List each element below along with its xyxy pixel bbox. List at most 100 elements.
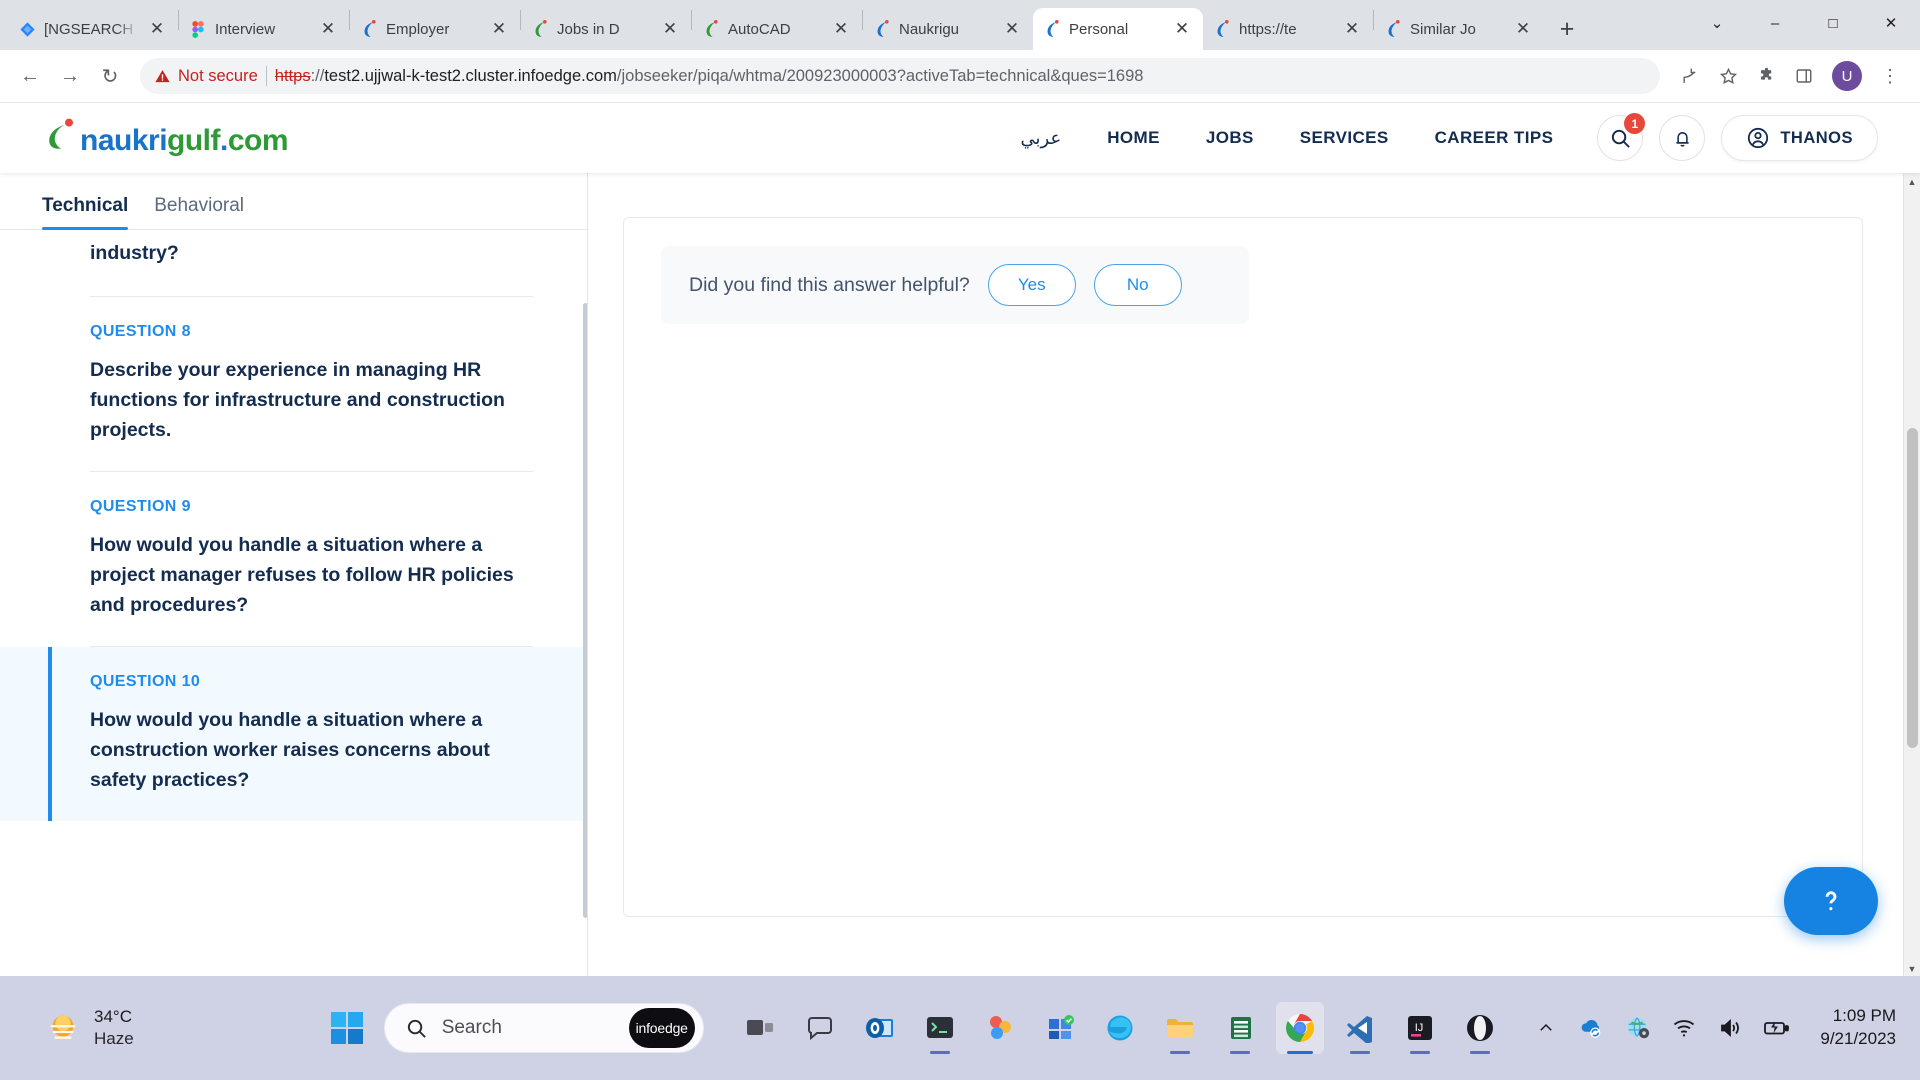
extensions-puzzle-icon[interactable]: [1748, 58, 1784, 94]
close-icon[interactable]: ✕: [1171, 18, 1193, 40]
back-icon[interactable]: ←: [12, 58, 48, 94]
taskbar-app-terminal[interactable]: [916, 1002, 964, 1054]
nav-item-career-tips[interactable]: CAREER TIPS: [1435, 128, 1554, 148]
nav-item-services[interactable]: SERVICES: [1300, 128, 1389, 148]
excel-icon: [1220, 1008, 1260, 1048]
logo-text-com: com: [227, 124, 289, 157]
chat-support-button[interactable]: [1784, 867, 1878, 935]
close-window-button[interactable]: ✕: [1862, 0, 1920, 46]
share-icon[interactable]: [1672, 58, 1708, 94]
vscode-icon: [1340, 1008, 1380, 1048]
browser-tab[interactable]: Employer ✕: [350, 8, 520, 50]
chrome-menu-icon[interactable]: ⋮: [1872, 58, 1908, 94]
close-icon[interactable]: ✕: [830, 18, 852, 40]
bookmark-star-icon[interactable]: [1710, 58, 1746, 94]
tab-title: Jobs in D: [557, 20, 620, 38]
taskbar-app-intellij[interactable]: IJ: [1396, 1002, 1444, 1054]
taskbar-app-outlook[interactable]: [856, 1002, 904, 1054]
page-scrollbar[interactable]: ▲ ▼: [1903, 173, 1920, 976]
naukrigulf-logo[interactable]: naukri gulf . com: [42, 118, 289, 158]
tab-behavioral[interactable]: Behavioral: [154, 195, 244, 229]
taskbar-app-vscode[interactable]: [1336, 1002, 1384, 1054]
onedrive-sync-icon[interactable]: [1578, 1014, 1606, 1042]
not-secure-label: Not secure: [178, 66, 258, 85]
taskbar-app-taskview[interactable]: [736, 1002, 784, 1054]
search-icon: [407, 1019, 426, 1038]
close-icon[interactable]: ✕: [317, 18, 339, 40]
close-icon[interactable]: ✕: [488, 18, 510, 40]
browser-tab-active[interactable]: Personal ✕: [1033, 8, 1203, 50]
search-button[interactable]: 1: [1597, 113, 1646, 161]
nav-item-home[interactable]: HOME: [1107, 128, 1160, 148]
chevron-up-icon[interactable]: [1532, 1014, 1560, 1042]
close-icon[interactable]: ✕: [146, 18, 168, 40]
network-globe-icon[interactable]: [1624, 1014, 1652, 1042]
browser-tab[interactable]: https://te ✕: [1203, 8, 1373, 50]
page-viewport: naukri gulf . com عربي HOME JOBS SERVICE…: [0, 102, 1920, 976]
tab-title: Personal: [1069, 20, 1129, 38]
store-icon: [1040, 1008, 1080, 1048]
not-secure-indicator[interactable]: Not secure: [154, 67, 258, 86]
minimize-button[interactable]: –: [1746, 0, 1804, 46]
volume-icon[interactable]: [1716, 1014, 1744, 1042]
maximize-button[interactable]: □: [1804, 0, 1862, 46]
weather-widget[interactable]: 34°C Haze: [44, 1006, 134, 1050]
figma-icon: [189, 20, 207, 38]
scroll-up-arrow[interactable]: ▲: [1904, 173, 1920, 190]
taskbar-app-excel[interactable]: [1216, 1002, 1264, 1054]
chat-bubble-icon: [800, 1008, 840, 1048]
browser-window: [NGSEARCH ✕ Interview ✕ Employer ✕ Jobs …: [0, 0, 1920, 1080]
notifications-button[interactable]: [1659, 115, 1706, 161]
browser-tab[interactable]: Jobs in D ✕: [521, 8, 691, 50]
tab-title: https://te: [1239, 20, 1297, 38]
taskbar-app-edge[interactable]: [1096, 1002, 1144, 1054]
weather-text: 34°C Haze: [94, 1006, 134, 1050]
scrollbar-thumb[interactable]: [1907, 428, 1918, 748]
wifi-icon[interactable]: [1670, 1014, 1698, 1042]
taskbar-app-chat[interactable]: [796, 1002, 844, 1054]
browser-tab[interactable]: Similar Jo ✕: [1374, 8, 1544, 50]
helpful-yes-button[interactable]: Yes: [987, 264, 1076, 306]
taskbar-app-chrome[interactable]: [1275, 1002, 1324, 1054]
close-icon[interactable]: ✕: [659, 18, 681, 40]
profile-avatar[interactable]: U: [1832, 61, 1862, 91]
close-icon[interactable]: ✕: [1001, 18, 1023, 40]
side-panel-icon[interactable]: [1786, 58, 1822, 94]
nav-item-jobs[interactable]: JOBS: [1206, 128, 1254, 148]
taskbar-clock[interactable]: 1:09 PM 9/21/2023: [1820, 1005, 1896, 1051]
close-icon[interactable]: ✕: [1512, 18, 1534, 40]
nav-item-arabic[interactable]: عربي: [1021, 128, 1062, 149]
question-list[interactable]: industry? QUESTION 8 Describe your exper…: [0, 230, 588, 976]
taskbar-search-box[interactable]: Search infoedge: [383, 1003, 704, 1053]
tab-title: AutoCAD: [728, 20, 791, 38]
reload-icon[interactable]: ↻: [92, 58, 128, 94]
browser-tab[interactable]: AutoCAD ✕: [692, 8, 862, 50]
forward-icon[interactable]: →: [52, 58, 88, 94]
question-list-item[interactable]: QUESTION 8 Describe your experience in m…: [0, 297, 588, 471]
new-tab-button[interactable]: +: [1550, 12, 1584, 46]
close-icon[interactable]: ✕: [1341, 18, 1363, 40]
question-list-item-selected[interactable]: QUESTION 10 How would you handle a situa…: [0, 647, 588, 821]
taskbar-app-paint[interactable]: [976, 1002, 1024, 1054]
search-account-chip[interactable]: infoedge: [628, 1008, 695, 1048]
system-tray: 1:09 PM 9/21/2023: [1532, 1005, 1906, 1051]
taskbar-app-file-explorer[interactable]: [1156, 1002, 1204, 1054]
taskbar-app-store[interactable]: [1036, 1002, 1084, 1054]
tab-title: Employer: [386, 20, 450, 38]
start-button[interactable]: [324, 1005, 370, 1051]
browser-tab[interactable]: [NGSEARCH ✕: [8, 8, 178, 50]
tab-search-icon[interactable]: ⌄: [1688, 0, 1746, 46]
tab-technical[interactable]: Technical: [42, 195, 129, 230]
url-path: /jobseeker/piqa/whtma/200923000003?activ…: [616, 66, 1144, 85]
address-bar[interactable]: Not secure https://test2.ujjwal-k-test2.…: [140, 58, 1660, 94]
browser-tab[interactable]: Naukrigu ✕: [863, 8, 1033, 50]
scroll-down-arrow[interactable]: ▼: [1904, 960, 1920, 976]
question-list-item[interactable]: QUESTION 9 How would you handle a situat…: [0, 472, 588, 646]
site-nav: عربي HOME JOBS SERVICES CAREER TIPS: [1021, 128, 1554, 149]
battery-charging-icon[interactable]: [1762, 1014, 1790, 1042]
clipped-question-text[interactable]: industry?: [0, 230, 588, 268]
helpful-no-button[interactable]: No: [1093, 264, 1182, 306]
taskbar-app-opera[interactable]: [1456, 1002, 1504, 1054]
user-menu-button[interactable]: THANOS: [1721, 115, 1878, 161]
browser-tab[interactable]: Interview ✕: [179, 8, 349, 50]
